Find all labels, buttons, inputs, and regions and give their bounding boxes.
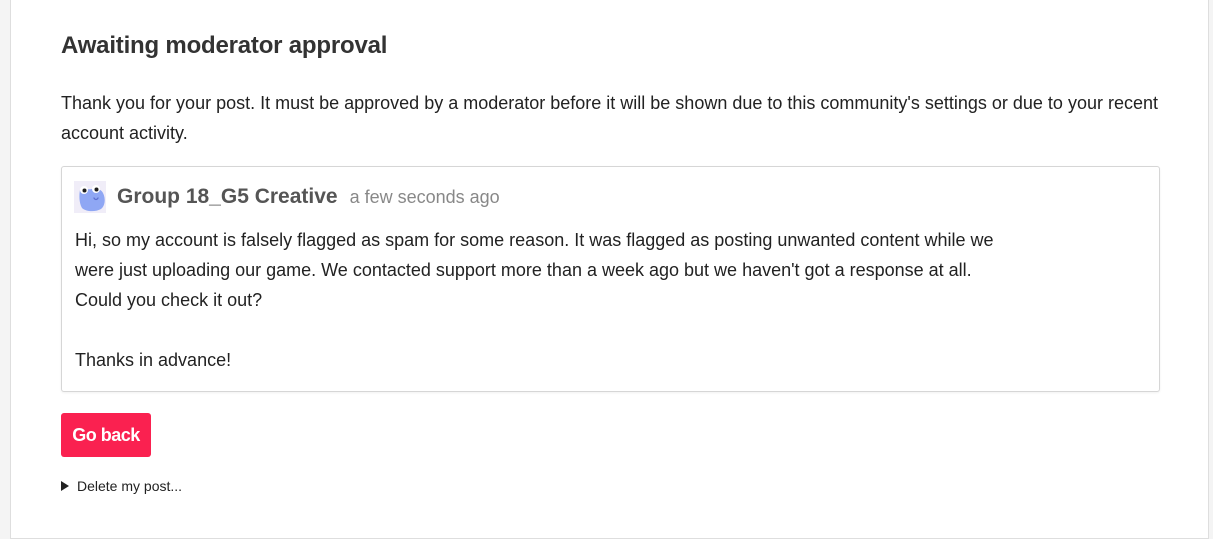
post-timestamp: a few seconds ago	[349, 186, 500, 207]
go-back-button[interactable]: Go back	[61, 413, 151, 457]
post-body-line: were just uploading our game. We contact…	[75, 260, 972, 280]
post-body-line: Hi, so my account is falsely flagged as …	[75, 230, 994, 250]
post-body: Hi, so my account is falsely flagged as …	[75, 225, 1135, 375]
paragraph-break	[75, 315, 1135, 345]
moderation-page: Awaiting moderator approval Thank you fo…	[10, 0, 1209, 539]
post-author[interactable]: Group 18_G5 Creative	[117, 185, 338, 209]
frog-avatar-icon	[74, 181, 106, 213]
post-preview-card: Group 18_G5 Creative a few seconds ago H…	[61, 166, 1160, 392]
post-body-line: Could you check it out?	[75, 290, 263, 310]
post-header: Group 18_G5 Creative a few seconds ago	[74, 181, 500, 213]
delete-post-label: Delete my post...	[77, 478, 183, 494]
delete-post-toggle[interactable]: Delete my post...	[61, 478, 182, 494]
approval-message: Thank you for your post. It must be appr…	[61, 93, 1158, 143]
page-title: Awaiting moderator approval	[61, 32, 388, 59]
post-body-line: Thanks in advance!	[75, 350, 232, 370]
disclosure-triangle-icon	[61, 481, 69, 491]
